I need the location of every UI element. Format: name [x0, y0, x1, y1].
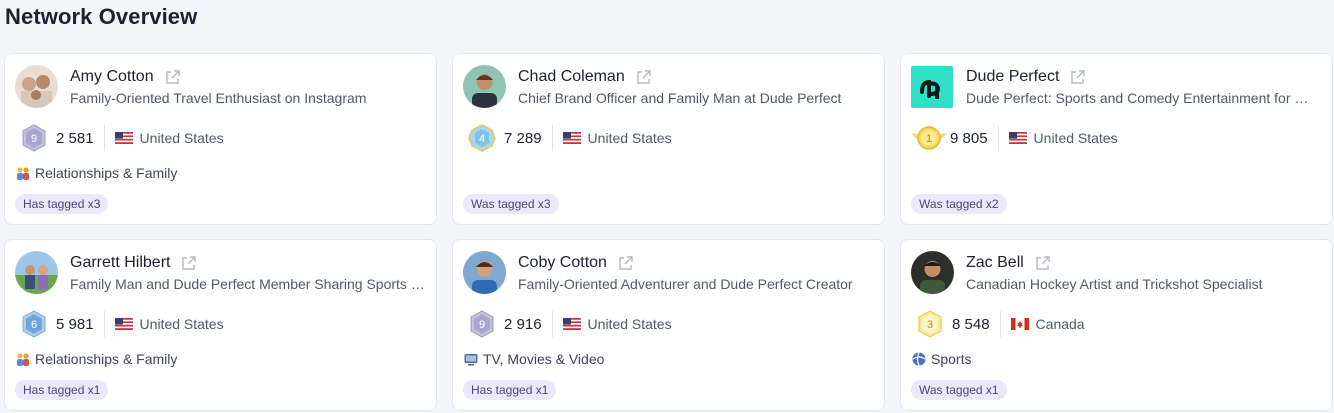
- family-icon: [15, 351, 31, 367]
- network-grid: Amy Cotton Family-Oriented Travel Enthus…: [4, 53, 1333, 411]
- stats-row: 3 8 548 Canada: [913, 309, 1085, 339]
- divider: [103, 311, 105, 337]
- avatar[interactable]: [15, 251, 58, 294]
- profile-description: Chief Brand Officer and Family Man at Du…: [518, 90, 842, 106]
- us-flag-icon: [1008, 132, 1027, 144]
- category-label: TV, Movies & Video: [483, 351, 605, 367]
- level-badge-icon: 9: [17, 123, 51, 153]
- page-title: Network Overview: [5, 4, 198, 29]
- canada-flag-icon: [1010, 318, 1029, 330]
- tag-badge: Has tagged x3: [15, 194, 109, 214]
- profile-card[interactable]: Coby Cotton Family-Oriented Adventurer a…: [452, 239, 885, 411]
- follower-count: 2 916: [504, 315, 542, 333]
- stats-row: 4 7 289 United States: [465, 123, 672, 153]
- external-link-icon[interactable]: [1034, 255, 1051, 272]
- us-flag-icon: [562, 132, 581, 144]
- country-label: Canada: [1035, 316, 1085, 332]
- profile-card[interactable]: Zac Bell Canadian Hockey Artist and Tric…: [900, 239, 1333, 411]
- avatar[interactable]: [463, 65, 506, 108]
- country-label: United States: [587, 316, 672, 332]
- level-badge-icon: 6: [17, 309, 51, 339]
- profile-card[interactable]: Amy Cotton Family-Oriented Travel Enthus…: [4, 53, 437, 225]
- category: Relationships & Family: [15, 165, 177, 181]
- profile-name[interactable]: Amy Cotton: [70, 68, 154, 86]
- follower-count: 2 581: [56, 129, 94, 147]
- tag-badge: Was tagged x1: [911, 380, 1007, 400]
- divider: [103, 125, 105, 151]
- profile-description: Canadian Hockey Artist and Trickshot Spe…: [966, 276, 1263, 292]
- category: Sports: [911, 351, 971, 367]
- external-link-icon[interactable]: [635, 69, 652, 86]
- country-label: United States: [139, 130, 224, 146]
- profile-name[interactable]: Chad Coleman: [518, 68, 625, 86]
- follower-count: 5 981: [56, 315, 94, 333]
- profile-description: Family-Oriented Adventurer and Dude Perf…: [518, 276, 853, 292]
- external-link-icon[interactable]: [180, 255, 197, 272]
- country-label: United States: [1033, 130, 1118, 146]
- svg-text:9: 9: [31, 133, 37, 145]
- profile-description: Family-Oriented Travel Enthusiast on Ins…: [70, 90, 367, 106]
- us-flag-icon: [114, 318, 133, 330]
- us-flag-icon: [562, 318, 581, 330]
- tv-icon: [463, 351, 479, 367]
- country-label: United States: [587, 130, 672, 146]
- profile-description: Dude Perfect: Sports and Comedy Entertai…: [966, 90, 1316, 106]
- tag-badge: Was tagged x3: [463, 194, 559, 214]
- category-label: Sports: [931, 351, 972, 367]
- tag-badge: Has tagged x1: [15, 380, 109, 400]
- external-link-icon[interactable]: [1069, 69, 1086, 86]
- level-badge-icon: 4: [465, 123, 499, 153]
- level-badge-icon: 1: [909, 123, 949, 153]
- svg-text:3: 3: [927, 319, 933, 331]
- avatar[interactable]: [911, 251, 954, 294]
- profile-name[interactable]: Coby Cotton: [518, 254, 607, 272]
- level-badge-icon: 9: [465, 309, 499, 339]
- follower-count: 7 289: [504, 129, 542, 147]
- family-icon: [15, 165, 31, 181]
- profile-name[interactable]: Zac Bell: [966, 254, 1024, 272]
- us-flag-icon: [114, 132, 133, 144]
- profile-description: Family Man and Dude Perfect Member Shari…: [70, 276, 425, 292]
- stats-row: 9 2 916 United States: [465, 309, 672, 339]
- profile-name[interactable]: Dude Perfect: [966, 68, 1059, 86]
- divider: [997, 125, 999, 151]
- tag-badge: Has tagged x1: [463, 380, 557, 400]
- avatar[interactable]: [463, 251, 506, 294]
- category-label: Relationships & Family: [35, 351, 178, 367]
- divider: [999, 311, 1001, 337]
- external-link-icon[interactable]: [164, 69, 181, 86]
- divider: [551, 125, 553, 151]
- svg-text:4: 4: [479, 133, 485, 145]
- category: TV, Movies & Video: [463, 351, 604, 367]
- profile-card[interactable]: Dude Perfect Dude Perfect: Sports and Co…: [900, 53, 1333, 225]
- follower-count: 8 548: [952, 315, 990, 333]
- category: Relationships & Family: [15, 351, 177, 367]
- profile-name[interactable]: Garrett Hilbert: [70, 254, 170, 272]
- external-link-icon[interactable]: [617, 255, 634, 272]
- svg-text:9: 9: [479, 319, 485, 331]
- follower-count: 9 805: [950, 129, 988, 147]
- svg-text:1: 1: [926, 133, 932, 145]
- sports-ball-icon: [911, 351, 927, 367]
- category-label: Relationships & Family: [35, 165, 178, 181]
- svg-text:6: 6: [31, 319, 37, 331]
- country-label: United States: [139, 316, 224, 332]
- avatar[interactable]: [15, 65, 58, 108]
- stats-row: 6 5 981 United States: [17, 309, 224, 339]
- dude-perfect-logo-icon[interactable]: [911, 66, 953, 108]
- profile-card[interactable]: Chad Coleman Chief Brand Officer and Fam…: [452, 53, 885, 225]
- tag-badge: Was tagged x2: [911, 194, 1007, 214]
- divider: [551, 311, 553, 337]
- profile-card[interactable]: Garrett Hilbert Family Man and Dude Perf…: [4, 239, 437, 411]
- stats-row: 1 9 805 United States: [909, 123, 1118, 153]
- stats-row: 9 2 581 United States: [17, 123, 224, 153]
- level-badge-icon: 3: [913, 309, 947, 339]
